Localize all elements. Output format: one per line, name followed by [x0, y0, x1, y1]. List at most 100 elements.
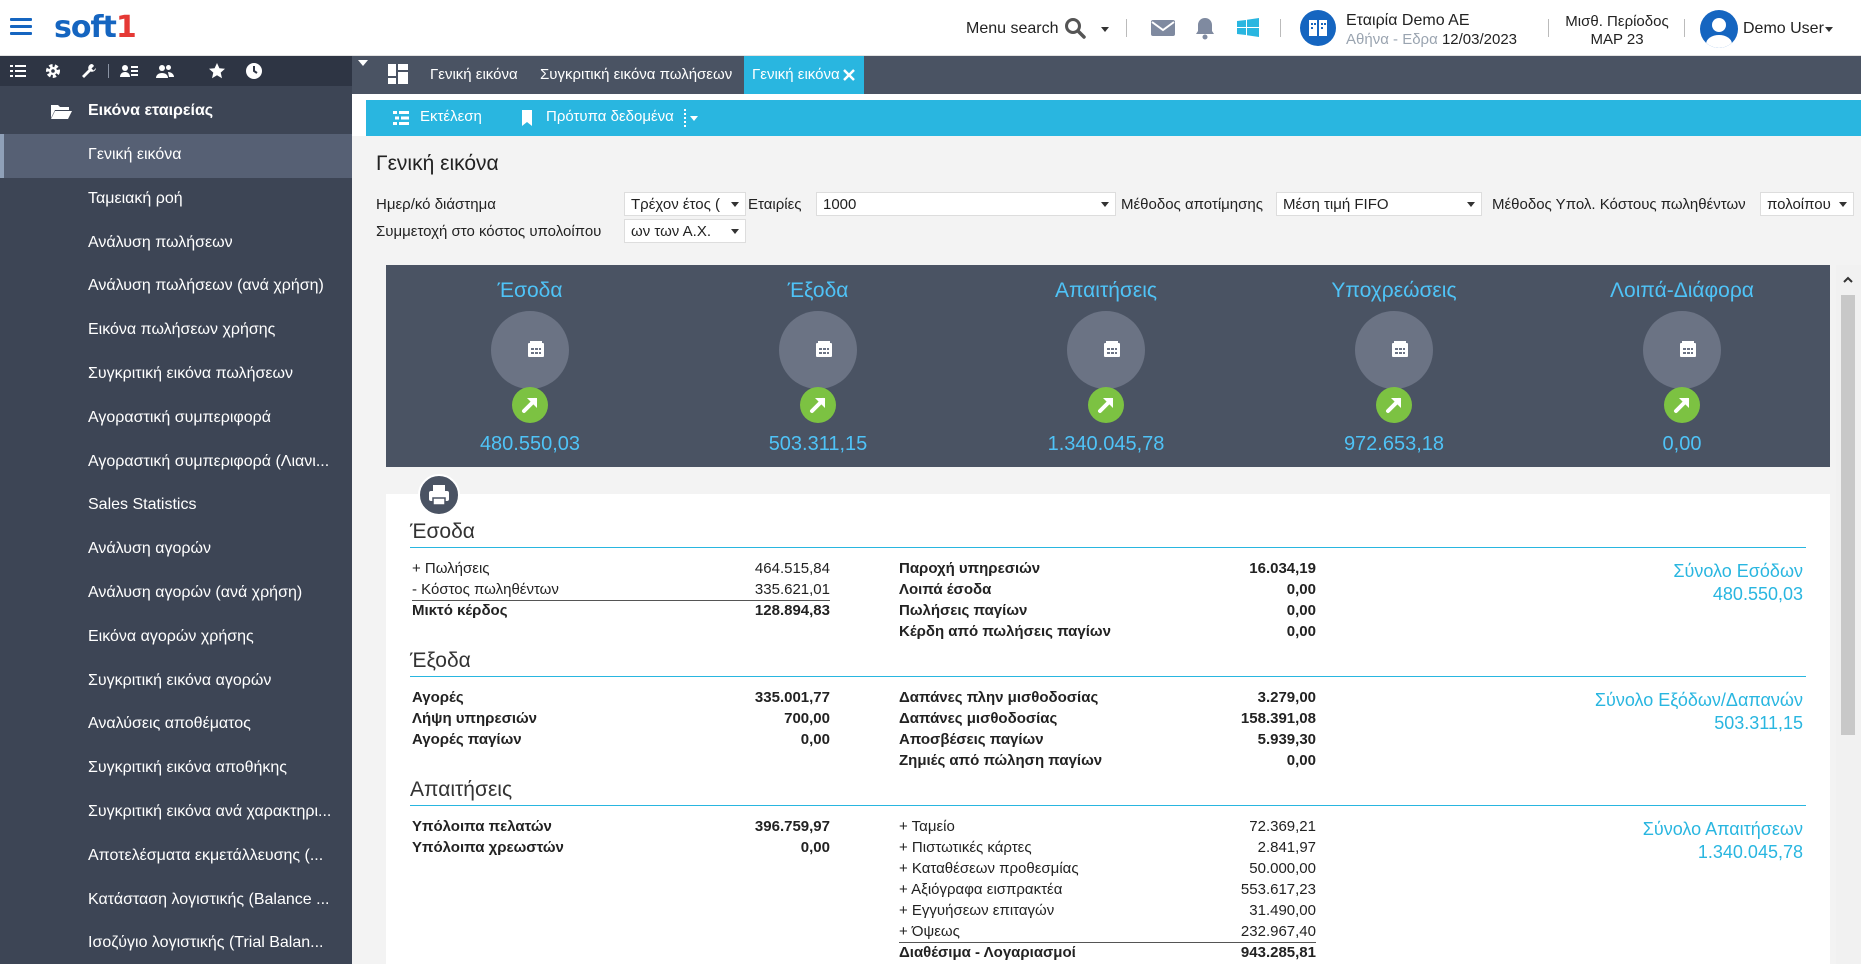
sidebar-toolbar: [0, 56, 352, 86]
dashboard-grid-icon[interactable]: [388, 64, 408, 84]
search-dropdown-caret-icon[interactable]: [1101, 27, 1109, 32]
subtotal-rule: [412, 600, 830, 601]
sidebar-item-comparative-purchases[interactable]: Συγκριτική εικόνα αγορών: [0, 660, 352, 704]
trend-up-arrow-icon: [800, 387, 836, 423]
run-button[interactable]: Εκτέλεση: [420, 108, 482, 125]
kpi-receivables[interactable]: Απαιτήσεις 1.340.045,78: [962, 265, 1250, 467]
valuation-method-select[interactable]: Μέση τιμή FIFO: [1276, 192, 1482, 216]
kpi-value: 1.340.045,78: [1047, 433, 1165, 455]
cost-method-select[interactable]: πολοίπου: [1760, 192, 1854, 216]
valuation-method-label: Μέθοδος αποτίμησης: [1121, 196, 1263, 213]
clock-icon[interactable]: [245, 62, 263, 80]
star-icon[interactable]: [208, 62, 226, 80]
sidebar-item-trial-balance[interactable]: Ισοζύγιο λογιστικής (Trial Balan...: [0, 922, 352, 964]
expenses-depreciation-label: Αποσβέσεις παγίων: [899, 731, 1044, 748]
toolbar-separator: [108, 64, 109, 78]
expenses-services-value: 700,00: [784, 710, 830, 727]
kpi-income[interactable]: Έσοδα 480.550,03: [386, 265, 674, 467]
income-sales-label: + Πωλήσεις: [412, 560, 490, 577]
calculator-icon: [1104, 341, 1120, 357]
sidebar-item-balance-sheet[interactable]: Κατάσταση λογιστικής (Balance ...: [0, 879, 352, 923]
data-templates-button[interactable]: Πρότυπα δεδομένα: [546, 108, 674, 125]
kpi-expenses[interactable]: Έξοδα 503.311,15: [674, 265, 962, 467]
companies-label: Εταιρίες: [748, 196, 802, 213]
sidebar-item-general-overview[interactable]: Γενική εικόνα: [0, 134, 352, 178]
user-avatar-icon[interactable]: [1700, 10, 1738, 48]
sidebar-item-purchase-analysis[interactable]: Ανάλυση αγορών: [0, 528, 352, 572]
expenses-asset-purchases-value: 0,00: [800, 731, 830, 748]
section-divider: [410, 676, 1806, 677]
scroll-thumb[interactable]: [1841, 295, 1855, 735]
sidebar-item-sales-analysis-per-year[interactable]: Ανάλυση πωλήσεων (ανά χρήση): [0, 265, 352, 309]
sidebar-item-operating-results[interactable]: Αποτελέσματα εκμετάλλευσης (...: [0, 835, 352, 879]
calculator-icon: [528, 341, 544, 357]
sidebar-item-yearly-sales-overview[interactable]: Εικόνα πωλήσεων χρήσης: [0, 309, 352, 353]
sidebar-item-purchase-analysis-per-year[interactable]: Ανάλυση αγορών (ανά χρήση): [0, 572, 352, 616]
sidebar-item-buying-behavior-retail[interactable]: Αγοραστική συμπεριφορά (Λιανι...: [0, 441, 352, 485]
receivables-guarantee-cheques-label: + Εγγυήσεων επιταγών: [899, 902, 1055, 919]
users-icon[interactable]: [156, 62, 174, 80]
calculator-icon: [1680, 341, 1696, 357]
expenses-non-payroll-label: Δαπάνες πλην μισθοδοσίας: [899, 689, 1099, 706]
wrench-icon[interactable]: [80, 62, 98, 80]
run-list-icon[interactable]: [392, 109, 410, 127]
sidebar-item-inventory-analysis[interactable]: Αναλύσεις αποθέματος: [0, 703, 352, 747]
trend-up-arrow-icon: [1088, 387, 1124, 423]
tab-menu-caret-icon[interactable]: [358, 60, 368, 66]
sidebar-group-company-overview[interactable]: Εικόνα εταιρείας: [0, 92, 352, 132]
payroll-period-value[interactable]: ΜΑΡ 23: [1564, 31, 1670, 48]
tab-general-overview-active[interactable]: Γενική εικόνα: [744, 56, 864, 94]
companies-select[interactable]: 1000: [816, 192, 1116, 216]
mail-icon[interactable]: [1150, 16, 1176, 40]
date-range-select[interactable]: Τρέχον έτος (: [624, 192, 746, 216]
sidebar-item-sales-statistics[interactable]: Sales Statistics: [0, 484, 352, 528]
kpi-title: Λοιπά-Διάφορα: [1610, 279, 1754, 302]
print-button[interactable]: [418, 474, 460, 516]
sidebar-item-buying-behavior[interactable]: Αγοραστική συμπεριφορά: [0, 397, 352, 441]
sidebar-item-cash-flow[interactable]: Ταμειακή ροή: [0, 178, 352, 222]
tab-comparative-sales[interactable]: Συγκριτική εικόνα πωλήσεων: [540, 56, 732, 94]
expenses-payroll-label: Δαπάνες μισθοδοσίας: [899, 710, 1058, 727]
close-icon[interactable]: [842, 68, 856, 82]
notification-bell-icon[interactable]: [1192, 16, 1218, 40]
toolbar-separator: [1684, 19, 1685, 37]
company-building-icon[interactable]: [1300, 10, 1336, 46]
sidebar-item-sales-analysis[interactable]: Ανάλυση πωλήσεων: [0, 222, 352, 266]
kpi-other[interactable]: Λοιπά-Διάφορα 0,00: [1538, 265, 1826, 467]
calculator-icon: [816, 341, 832, 357]
hamburger-menu-icon[interactable]: [10, 18, 32, 36]
list-icon[interactable]: [9, 62, 27, 80]
app-logo[interactable]: soft1: [54, 10, 137, 45]
kpi-value: 503.311,15: [768, 433, 868, 455]
search-icon[interactable]: [1064, 17, 1086, 39]
user-menu-caret-icon[interactable]: [1825, 27, 1833, 32]
date-range-label: Ημερ/κό διάστημα: [376, 196, 496, 213]
content-scrollbar[interactable]: [1836, 265, 1861, 964]
user-list-icon[interactable]: [120, 62, 138, 80]
receivables-section-title: Απαιτήσεις: [410, 778, 513, 801]
payroll-period-label[interactable]: Μισθ. Περίοδος: [1564, 13, 1670, 30]
templates-dropdown-caret-icon[interactable]: [690, 116, 698, 121]
user-name[interactable]: Demo User: [1743, 20, 1824, 38]
gear-icon[interactable]: [44, 62, 62, 80]
bookmark-icon[interactable]: [518, 109, 536, 127]
windows-icon[interactable]: [1235, 16, 1261, 40]
cost-participation-select[interactable]: ων των Α.Χ.: [624, 219, 746, 243]
tab-bar: Γενική εικόνα Συγκριτική εικόνα πωλήσεων…: [352, 56, 1861, 94]
sidebar: Εικόνα εταιρείας Γενική εικόνα Ταμειακή …: [0, 56, 352, 964]
expenses-asset-losses-label: Ζημιές από πώληση παγίων: [899, 752, 1103, 769]
expenses-asset-purchases-label: Αγορές παγίων: [412, 731, 522, 748]
receivables-cash-label: + Ταμείο: [899, 818, 955, 835]
company-name[interactable]: Εταιρία Demo AE: [1346, 12, 1470, 30]
tab-general-overview[interactable]: Γενική εικόνα: [430, 56, 518, 94]
sidebar-item-comparative-warehouse[interactable]: Συγκριτική εικόνα αποθήκης: [0, 747, 352, 791]
receivables-customers-value: 396.759,97: [754, 818, 830, 835]
sidebar-item-comparative-by-characteristic[interactable]: Συγκριτική εικόνα ανά χαρακτηρι...: [0, 791, 352, 835]
scroll-up-chevron-icon[interactable]: [1843, 275, 1853, 285]
menu-search-label[interactable]: Menu search: [966, 20, 1059, 38]
receivables-customers-label: Υπόλοιπα πελατών: [412, 818, 552, 835]
sidebar-item-comparative-sales[interactable]: Συγκριτική εικόνα πωλήσεων: [0, 353, 352, 397]
page-title: Γενική εικόνα: [376, 152, 499, 175]
kpi-liabilities[interactable]: Υποχρεώσεις 972.653,18: [1250, 265, 1538, 467]
sidebar-item-yearly-purchases-overview[interactable]: Εικόνα αγορών χρήσης: [0, 616, 352, 660]
